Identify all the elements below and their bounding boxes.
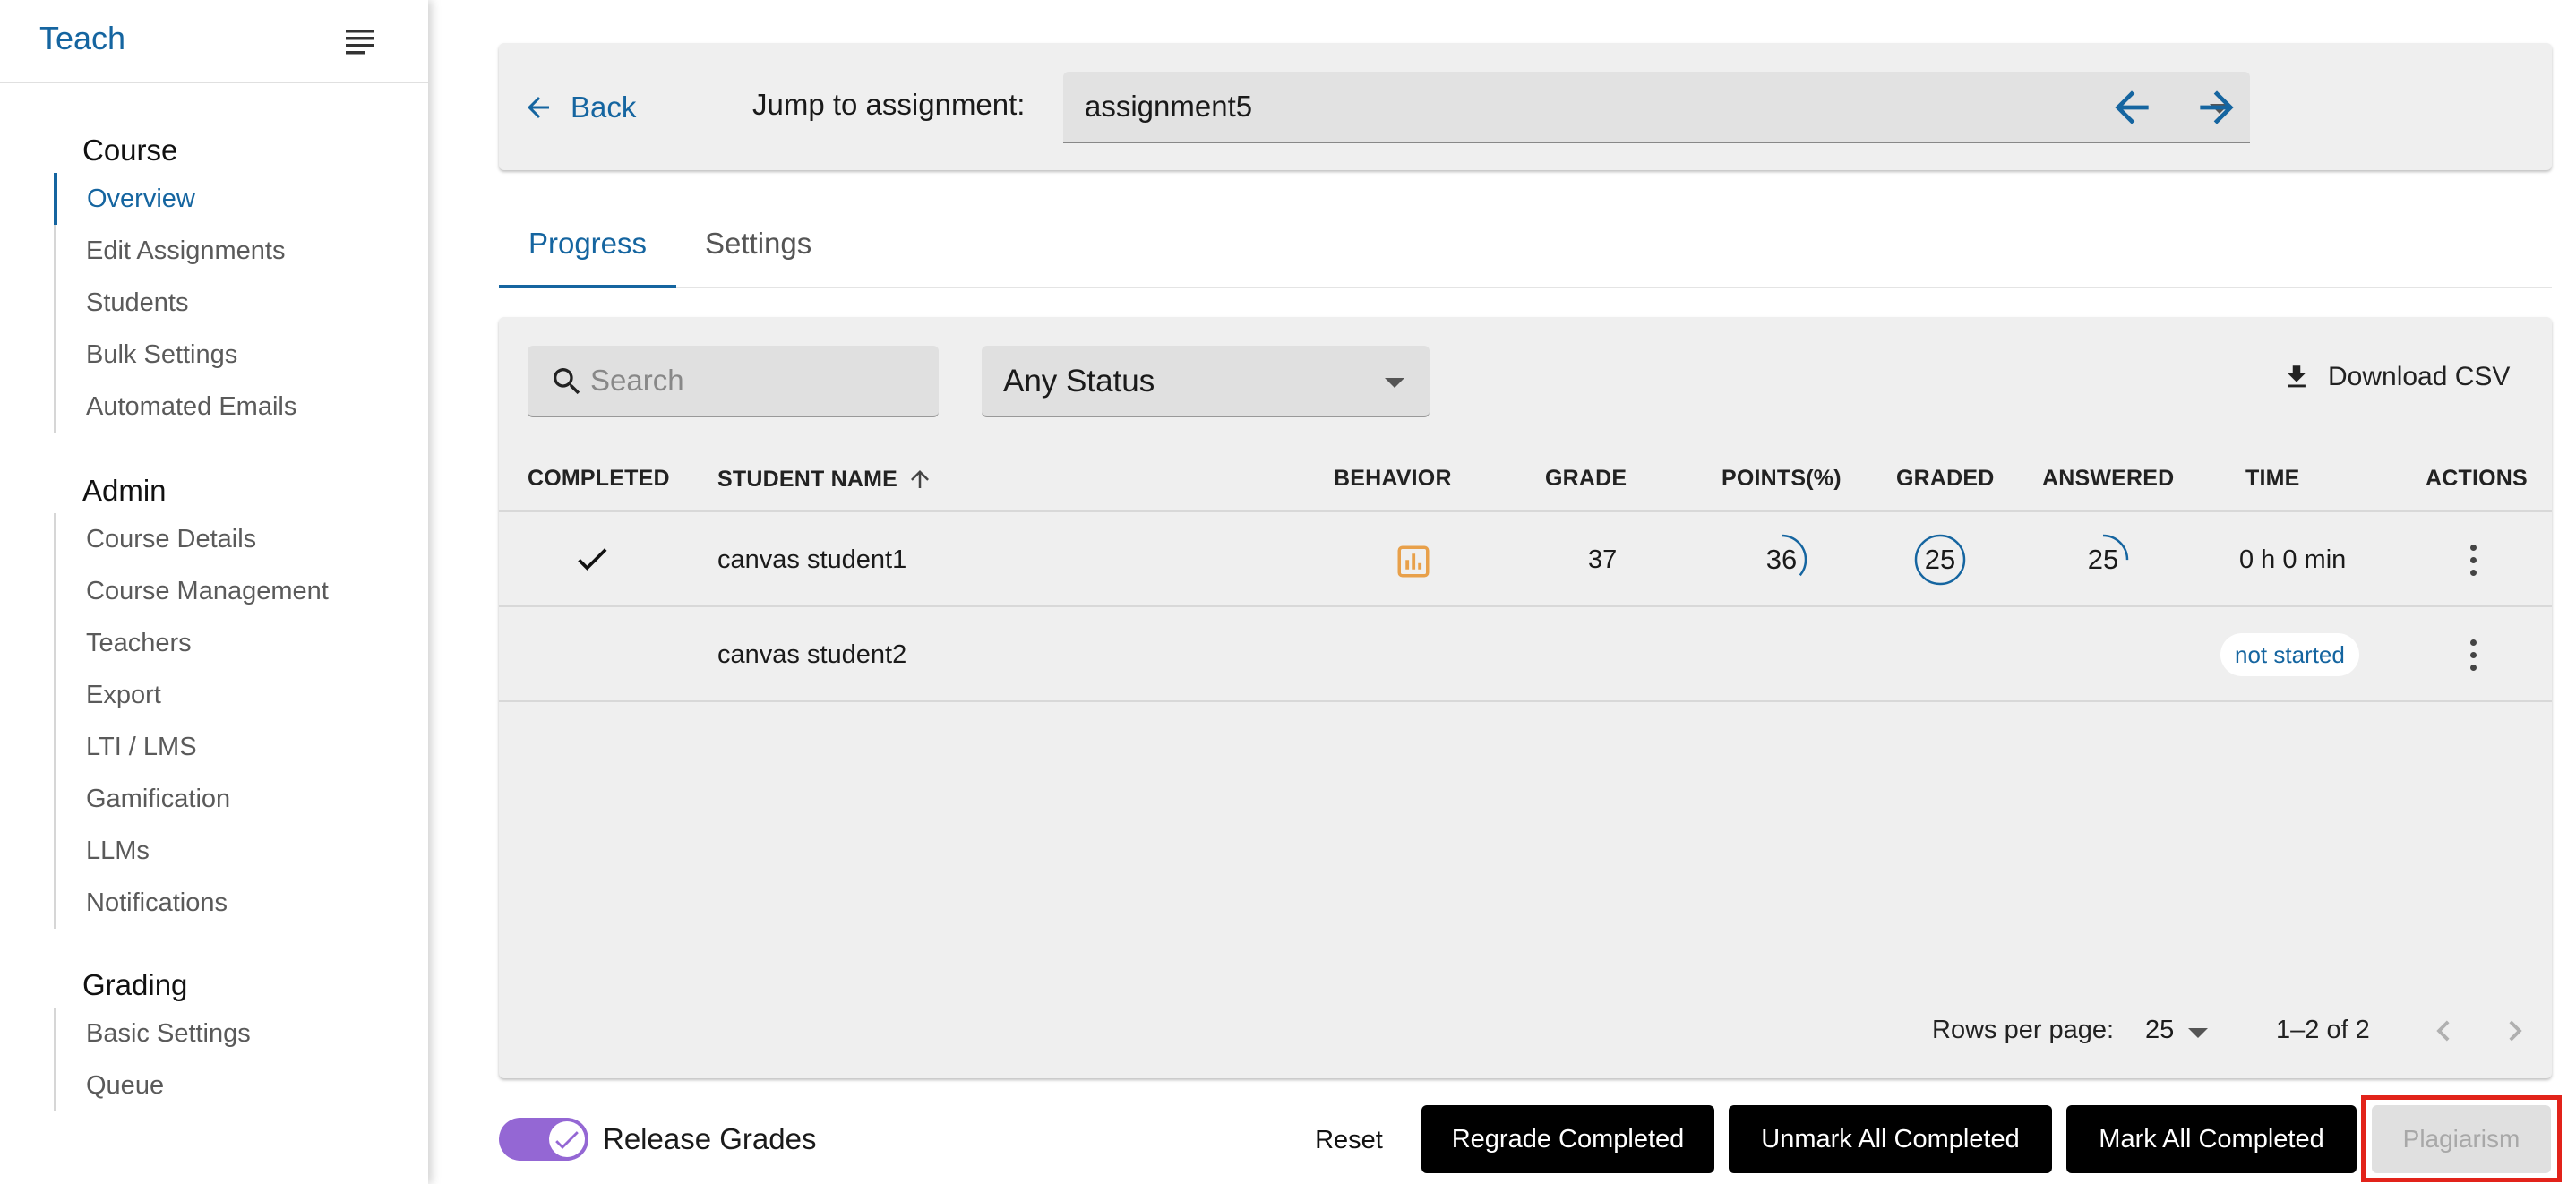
sidebar-item-edit-assignments[interactable]: Edit Assignments (54, 225, 296, 277)
chevron-left-icon (2436, 1020, 2450, 1042)
column-header-grade[interactable]: GRADE (1545, 466, 1627, 492)
next-assignment-button[interactable] (2192, 82, 2242, 133)
column-header-student-name[interactable]: STUDENT NAME (717, 466, 933, 493)
table-row[interactable]: canvas student1 37 36 25 25 0 h 0 min (499, 512, 2552, 607)
column-header-answered[interactable]: ANSWERED (2042, 466, 2174, 492)
progress-panel: Any Status Download CSV COMPLETED STUDEN… (499, 317, 2552, 1078)
column-header-behavior[interactable]: BEHAVIOR (1334, 466, 1452, 492)
download-icon (2288, 365, 2306, 388)
release-grades-label: Release Grades (603, 1122, 817, 1155)
search-icon (554, 368, 580, 395)
sidebar-item-students[interactable]: Students (54, 277, 296, 329)
sidebar-list: Course Details Course Management Teacher… (54, 513, 329, 929)
menu-icon[interactable] (340, 25, 383, 59)
assignment-toolbar: Back Jump to assignment: assignment5 (499, 43, 2552, 170)
sidebar-section-title: Admin (82, 474, 167, 507)
sidebar-item-export[interactable]: Export (54, 669, 329, 721)
reset-button[interactable]: Reset (1290, 1107, 1408, 1173)
table-row[interactable]: canvas student2 not started (499, 607, 2552, 702)
unmark-all-completed-button[interactable]: Unmark All Completed (1729, 1105, 2052, 1173)
sidebar-item-teachers[interactable]: Teachers (54, 617, 329, 669)
sort-ascending-icon (911, 470, 930, 488)
sidebar-header: Teach (0, 0, 428, 83)
toggle-knob (549, 1121, 585, 1157)
column-header-graded[interactable]: GRADED (1896, 466, 1995, 492)
assignment-select[interactable]: assignment5 (1063, 72, 2250, 143)
chevron-right-icon (2509, 1020, 2522, 1042)
previous-page-button[interactable] (2423, 1010, 2464, 1056)
chevron-down-icon (1385, 378, 1404, 388)
arrow-right-icon (2200, 90, 2234, 124)
sidebar-item-queue[interactable]: Queue (54, 1060, 251, 1111)
sidebar-section-grading: Grading Basic Settings Queue (54, 963, 251, 1111)
brand-title[interactable]: Teach (39, 20, 125, 57)
column-header-points[interactable]: POINTS(%) (1722, 466, 1842, 492)
more-vert-icon[interactable] (2468, 639, 2478, 675)
column-header-actions: ACTIONS (2426, 466, 2528, 491)
sidebar: Teach Course Overview Edit Assignments S… (0, 0, 428, 1184)
sidebar-item-course-details[interactable]: Course Details (54, 513, 329, 565)
next-page-button[interactable] (2494, 1010, 2536, 1056)
sidebar-section-admin: Admin Course Details Course Management T… (54, 468, 329, 929)
time-value: 0 h 0 min (2239, 545, 2347, 574)
regrade-completed-button[interactable]: Regrade Completed (1421, 1105, 1714, 1173)
pagination-range: 1–2 of 2 (2276, 1016, 2370, 1044)
sidebar-item-lti-lms[interactable]: LTI / LMS (54, 721, 329, 773)
jump-to-assignment-label: Jump to assignment: (752, 88, 1026, 121)
tab-settings[interactable]: Settings (705, 206, 839, 288)
points-value: 36 (1765, 544, 1798, 575)
sidebar-list: Basic Settings Queue (54, 1008, 251, 1111)
search-input[interactable] (590, 346, 922, 416)
checkmark-icon (578, 548, 607, 571)
back-button[interactable]: Back (522, 82, 636, 133)
sidebar-item-notifications[interactable]: Notifications (54, 877, 329, 929)
sidebar-list: Overview Edit Assignments Students Bulk … (54, 173, 296, 433)
column-header-completed[interactable]: COMPLETED (528, 466, 670, 492)
mark-all-completed-button[interactable]: Mark All Completed (2066, 1105, 2357, 1173)
assignment-select-value: assignment5 (1085, 90, 1253, 123)
sidebar-item-gamification[interactable]: Gamification (54, 773, 329, 825)
sidebar-section-title: Course (82, 133, 178, 167)
arrow-left-icon (2115, 90, 2149, 124)
sidebar-item-bulk-settings[interactable]: Bulk Settings (54, 329, 296, 381)
column-header-label: STUDENT NAME (717, 466, 898, 492)
sidebar-item-basic-settings[interactable]: Basic Settings (54, 1008, 251, 1060)
search-field[interactable] (528, 346, 939, 417)
rows-per-page-value: 25 (2145, 1016, 2175, 1044)
sidebar-item-course-management[interactable]: Course Management (54, 565, 329, 617)
previous-assignment-button[interactable] (2107, 82, 2157, 133)
sidebar-section-course: Course Overview Edit Assignments Student… (54, 128, 296, 433)
chevron-down-icon (2188, 1028, 2208, 1038)
arrow-left-icon (528, 97, 549, 118)
student-name[interactable]: canvas student2 (717, 640, 906, 670)
sidebar-section-title: Grading (82, 968, 188, 1001)
more-vert-icon[interactable] (2468, 545, 2478, 580)
download-csv-label: Download CSV (2328, 362, 2511, 391)
bar-chart-icon[interactable] (1395, 543, 1432, 580)
grade-value: 37 (1588, 545, 1618, 574)
release-grades-toggle[interactable] (499, 1118, 588, 1161)
sidebar-item-automated-emails[interactable]: Automated Emails (54, 381, 296, 433)
status-filter-select[interactable]: Any Status (982, 346, 1430, 417)
download-csv-button[interactable]: Download CSV (2281, 362, 2510, 392)
sidebar-item-overview[interactable]: Overview (54, 173, 296, 225)
rows-per-page-label: Rows per page: (1932, 1016, 2115, 1044)
column-header-time[interactable]: TIME (2245, 466, 2300, 492)
sidebar-item-llms[interactable]: LLMs (54, 825, 329, 877)
back-label: Back (571, 90, 637, 124)
graded-value: 25 (1924, 544, 1956, 575)
tab-progress[interactable]: Progress (499, 206, 676, 288)
rows-per-page-select[interactable]: 25 (2143, 1012, 2215, 1051)
status-filter-value: Any Status (1003, 364, 1155, 399)
tab-bar: Progress Settings (499, 206, 2552, 288)
plagiarism-button[interactable]: Plagiarism (2372, 1105, 2551, 1173)
check-icon (555, 1131, 579, 1149)
student-name[interactable]: canvas student1 (717, 545, 906, 575)
answered-value: 25 (2087, 544, 2119, 575)
status-badge: not started (2220, 633, 2359, 676)
